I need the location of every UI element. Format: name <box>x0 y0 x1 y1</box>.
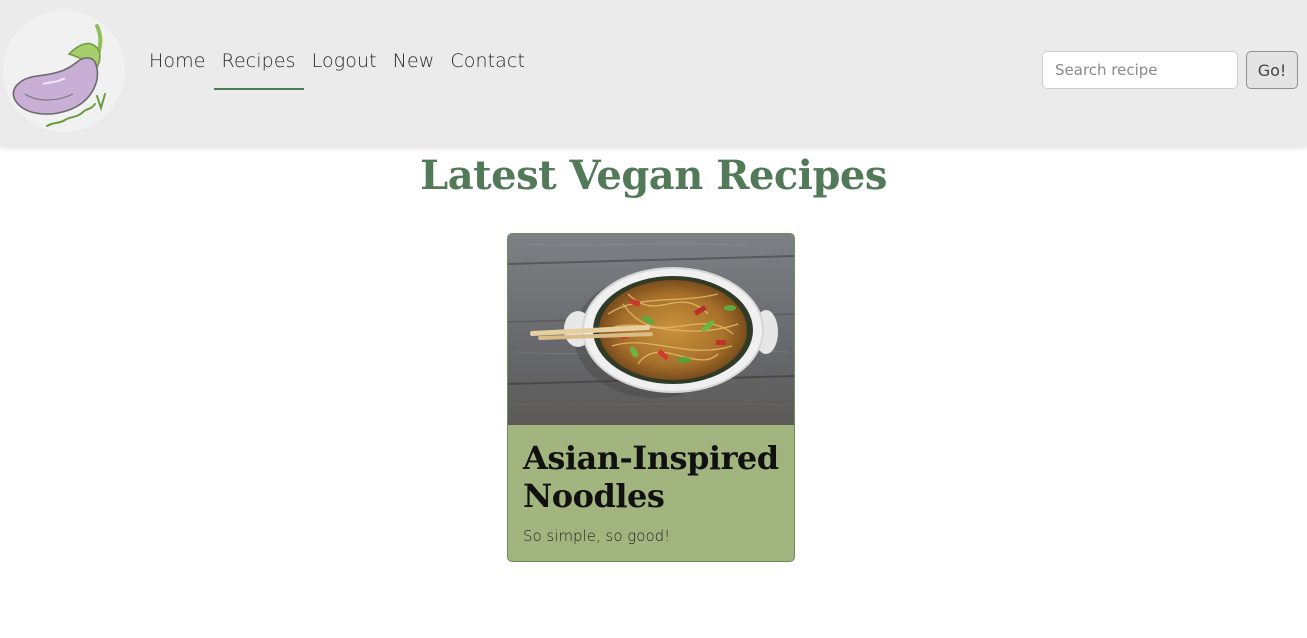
search-input[interactable] <box>1042 51 1238 89</box>
go-button[interactable]: Go! <box>1246 51 1298 89</box>
recipe-title[interactable]: Asian-Inspired Noodles <box>523 439 783 515</box>
recipe-description: So simple, so good! <box>523 527 671 545</box>
nav-contact[interactable]: Contact <box>442 42 533 90</box>
nav-home[interactable]: Home <box>141 42 214 90</box>
logo[interactable] <box>3 10 125 132</box>
recipe-image <box>508 234 794 425</box>
main-nav: Home Recipes Logout New Contact <box>141 42 533 90</box>
nav-logout[interactable]: Logout <box>304 42 385 90</box>
nav-new[interactable]: New <box>385 42 443 90</box>
eggplant-logo-icon <box>12 24 106 127</box>
page-title: Latest Vegan Recipes <box>420 152 887 199</box>
site-header: Home Recipes Logout New Contact Go! <box>0 0 1307 146</box>
recipe-card[interactable]: Asian-Inspired Noodles So simple, so goo… <box>507 233 795 562</box>
nav-recipes[interactable]: Recipes <box>213 42 304 90</box>
noodle-bowl-photo-icon <box>508 234 794 425</box>
